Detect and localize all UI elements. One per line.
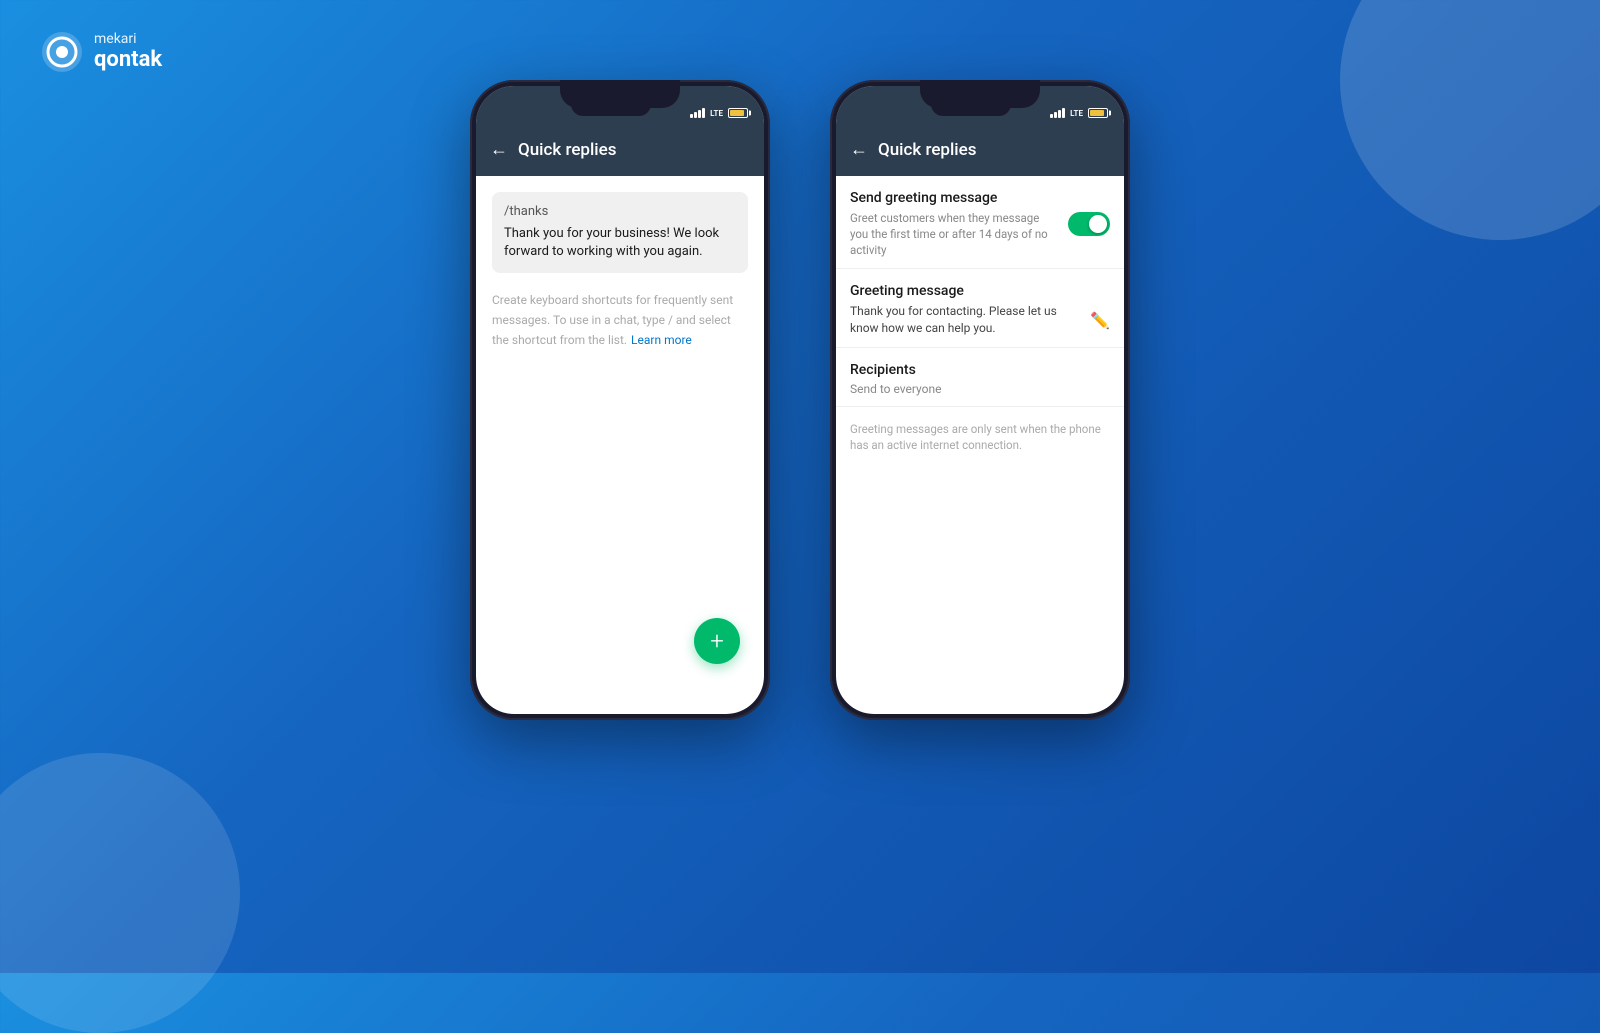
phone-1-screen: LTE ← Quick replies /thanks Thank you fo… xyxy=(476,86,764,714)
greeting-message-row: Thank you for contacting. Please let us … xyxy=(850,303,1110,337)
phone-1-content: /thanks Thank you for your business! We … xyxy=(476,176,764,365)
greeting-toggle-label: Send greeting message xyxy=(850,190,1050,206)
phone-2-status-bar: LTE xyxy=(836,86,1124,124)
greeting-message-label: Greeting message xyxy=(850,283,1110,299)
phone-1-battery xyxy=(728,108,748,118)
greeting-note: Greeting messages are only sent when the… xyxy=(836,407,1124,463)
greeting-toggle-row: Send greeting message Greet customers wh… xyxy=(850,190,1110,258)
recipients-section: Recipients Send to everyone xyxy=(836,348,1124,407)
phone-1-battery-fill xyxy=(730,110,744,116)
shortcut-text: /thanks xyxy=(504,204,736,219)
recipients-value: Send to everyone xyxy=(850,382,1110,396)
brand-name: mekari xyxy=(94,32,162,47)
phone-2-header: ← Quick replies xyxy=(836,124,1124,176)
phone-1-notch xyxy=(571,96,651,116)
greeting-toggle-info: Send greeting message Greet customers wh… xyxy=(850,190,1050,258)
signal-bar-2 xyxy=(694,112,697,118)
signal-bar-1 xyxy=(1050,114,1053,118)
phone-1-signal xyxy=(690,108,705,118)
add-reply-fab[interactable]: + xyxy=(694,618,740,664)
greeting-message-section: Greeting message Thank you for contactin… xyxy=(836,269,1124,348)
phone-2-content: Send greeting message Greet customers wh… xyxy=(836,176,1124,463)
phone-2-screen: LTE ← Quick replies Send greeting messa xyxy=(836,86,1124,714)
bg-decoration-top-right xyxy=(1340,0,1600,240)
phone-1-back-button[interactable]: ← xyxy=(490,141,508,159)
quick-reply-card[interactable]: /thanks Thank you for your business! We … xyxy=(492,192,748,273)
greeting-toggle-section: Send greeting message Greet customers wh… xyxy=(836,176,1124,269)
logo: mekari qontak xyxy=(40,30,162,74)
phone-2-lte: LTE xyxy=(1070,109,1083,118)
signal-bar-4 xyxy=(1062,108,1065,118)
signal-bar-1 xyxy=(690,114,693,118)
recipients-label: Recipients xyxy=(850,362,1110,378)
phone-2: LTE ← Quick replies Send greeting messa xyxy=(830,80,1130,720)
phone-1-status-bar: LTE xyxy=(476,86,764,124)
phone-1-status-right: LTE xyxy=(690,108,748,118)
signal-bar-3 xyxy=(1058,110,1061,118)
signal-bar-4 xyxy=(702,108,705,118)
phones-container: LTE ← Quick replies /thanks Thank you fo… xyxy=(470,80,1130,720)
phone-2-battery-fill xyxy=(1090,110,1104,116)
greeting-toggle-switch[interactable] xyxy=(1068,212,1110,236)
logo-text: mekari qontak xyxy=(94,32,162,72)
greeting-toggle-desc: Greet customers when they message you th… xyxy=(850,210,1050,258)
phone-2-battery xyxy=(1088,108,1108,118)
phone-1: LTE ← Quick replies /thanks Thank you fo… xyxy=(470,80,770,720)
learn-more-link[interactable]: Learn more xyxy=(631,333,692,347)
phone-1-title: Quick replies xyxy=(518,140,617,160)
signal-bar-3 xyxy=(698,110,701,118)
phone-1-lte: LTE xyxy=(710,109,723,118)
signal-bar-2 xyxy=(1054,112,1057,118)
bg-decoration-bottom-left xyxy=(0,753,240,1033)
phone-1-header: ← Quick replies xyxy=(476,124,764,176)
phone-2-notch xyxy=(931,96,1011,116)
reply-message: Thank you for your business! We look for… xyxy=(504,225,736,261)
phone-2-title: Quick replies xyxy=(878,140,977,160)
phone-2-signal xyxy=(1050,108,1065,118)
helper-text: Create keyboard shortcuts for frequently… xyxy=(492,293,733,347)
phone-2-back-button[interactable]: ← xyxy=(850,141,868,159)
edit-greeting-icon[interactable]: ✏️ xyxy=(1090,311,1110,330)
logo-icon xyxy=(40,30,84,74)
toggle-knob xyxy=(1089,215,1107,233)
helper-text-block: Create keyboard shortcuts for frequently… xyxy=(492,289,748,349)
greeting-message-text: Thank you for contacting. Please let us … xyxy=(850,303,1082,337)
product-name: qontak xyxy=(94,48,162,72)
phone-2-status-right: LTE xyxy=(1050,108,1108,118)
